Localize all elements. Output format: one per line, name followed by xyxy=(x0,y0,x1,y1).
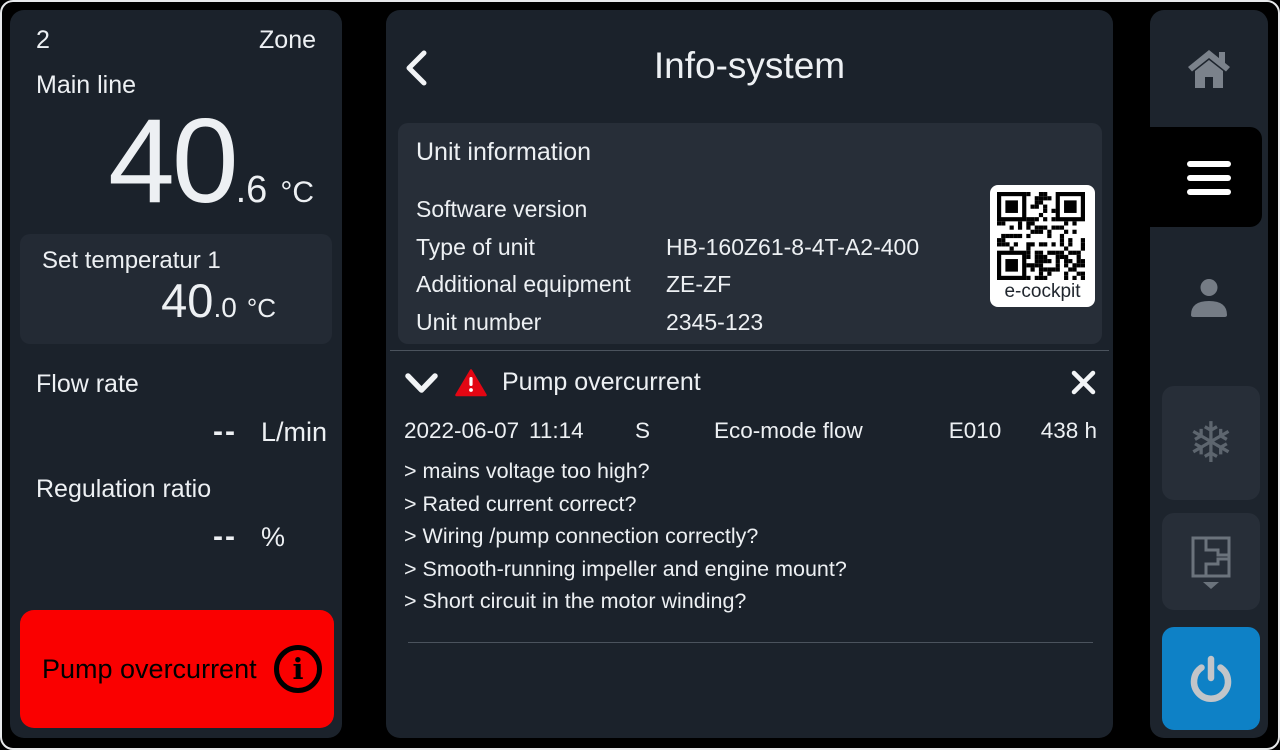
set-temperature-label: Set temperatur 1 xyxy=(42,247,310,275)
set-temperature-value: 40 .0 °C xyxy=(42,273,310,329)
set-temp-fraction: .0 xyxy=(213,292,236,324)
alarm-error-code: E010 xyxy=(949,418,1041,444)
regulation-ratio-value: -- xyxy=(10,520,237,554)
hmi-screen: 2 Zone Main line 40 .6 °C Set temperatur… xyxy=(0,0,1280,750)
sidebar-item-user[interactable] xyxy=(1150,248,1268,348)
info-icon: i xyxy=(274,645,322,693)
power-button[interactable] xyxy=(1162,627,1260,730)
row-value: ZE-ZF xyxy=(666,266,731,304)
alarm-operating-hours: 438 h xyxy=(1041,418,1097,444)
flow-rate-value: -- xyxy=(10,415,237,449)
chevron-left-icon xyxy=(404,49,428,87)
page-title: Info-system xyxy=(386,45,1113,87)
info-header: Info-system xyxy=(386,10,1113,122)
checklist-item: > Rated current correct? xyxy=(404,488,1097,521)
close-icon xyxy=(1070,369,1097,396)
alarm-detail-section: Pump overcurrent 2022-06-07 11:14 S Eco-… xyxy=(386,351,1113,643)
sidebar-item-cooling[interactable]: ❄ xyxy=(1162,386,1260,500)
warning-triangle-icon xyxy=(455,369,487,397)
sidebar-item-home[interactable] xyxy=(1150,10,1268,127)
unit-information-title: Unit information xyxy=(416,138,1102,167)
qr-label: e-cockpit xyxy=(997,280,1088,304)
pump-overcurrent-alert-button[interactable]: Pump overcurrent i xyxy=(20,610,334,728)
row-label: Software version xyxy=(416,191,666,229)
main-line-temperature: 40 .6 °C xyxy=(10,92,342,230)
alarm-class: S xyxy=(635,418,714,444)
alarm-time: 11:14 xyxy=(529,418,635,444)
zone-label: Zone xyxy=(259,26,316,55)
unit-info-row: Unit number 2345-123 xyxy=(416,304,1102,342)
checklist-item: > Smooth-running impeller and engine mou… xyxy=(404,553,1097,586)
flow-rate-unit: L/min xyxy=(261,417,327,448)
main-temp-integer: 40 xyxy=(108,92,235,230)
row-label: Additional equipment xyxy=(416,266,666,304)
zone-number: 2 xyxy=(36,26,50,55)
bottom-divider xyxy=(408,642,1093,643)
flow-rate-label: Flow rate xyxy=(10,344,342,399)
snowflake-icon: ❄ xyxy=(1188,410,1235,476)
row-value: 2345-123 xyxy=(666,304,763,342)
mold-icon xyxy=(1188,534,1234,590)
menu-bar xyxy=(1187,175,1231,181)
menu-bar xyxy=(1187,161,1231,167)
set-temp-integer: 40 xyxy=(161,273,213,329)
regulation-ratio-label: Regulation ratio xyxy=(10,449,342,504)
unit-information-card: Unit information Software version Type o… xyxy=(398,123,1102,344)
user-icon xyxy=(1186,275,1232,321)
back-button[interactable] xyxy=(404,48,434,88)
checklist-item: > Short circuit in the motor winding? xyxy=(404,585,1097,618)
qr-code-icon xyxy=(997,192,1085,280)
main-temp-fraction: .6 xyxy=(236,169,268,212)
menu-bar xyxy=(1187,189,1231,195)
alarm-mode: Eco-mode flow xyxy=(714,418,949,444)
alarm-header: Pump overcurrent xyxy=(404,368,1097,397)
regulation-ratio-unit: % xyxy=(261,522,285,553)
close-button[interactable] xyxy=(1070,369,1097,396)
row-label: Type of unit xyxy=(416,229,666,267)
set-temp-unit: °C xyxy=(247,293,276,324)
alarm-checklist: > mains voltage too high? > Rated curren… xyxy=(404,455,1097,618)
menu-icon[interactable] xyxy=(1187,161,1231,203)
e-cockpit-qr-card[interactable]: e-cockpit xyxy=(990,185,1095,307)
main-temp-unit: °C xyxy=(280,176,314,210)
alert-label: Pump overcurrent xyxy=(42,654,257,685)
sidebar-item-mold[interactable] xyxy=(1162,513,1260,610)
regulation-ratio-row: -- % xyxy=(10,504,342,554)
alarm-meta-row: 2022-06-07 11:14 S Eco-mode flow E010 43… xyxy=(404,418,1097,444)
chevron-down-icon[interactable] xyxy=(404,371,439,395)
zone-header: 2 Zone xyxy=(10,10,342,55)
zone-status-panel: 2 Zone Main line 40 .6 °C Set temperatur… xyxy=(10,10,342,738)
power-icon xyxy=(1184,652,1238,706)
checklist-item: > Wiring /pump connection correctly? xyxy=(404,520,1097,553)
info-system-panel: Info-system Unit information Software ve… xyxy=(386,10,1113,738)
alarm-title: Pump overcurrent xyxy=(502,368,701,397)
row-label: Unit number xyxy=(416,304,666,342)
checklist-item: > mains voltage too high? xyxy=(404,455,1097,488)
flow-rate-row: -- L/min xyxy=(10,399,342,449)
home-icon xyxy=(1186,48,1232,90)
row-value: HB-160Z61-8-4T-A2-400 xyxy=(666,229,919,267)
set-temperature-card[interactable]: Set temperatur 1 40 .0 °C xyxy=(20,234,332,344)
alarm-date: 2022-06-07 xyxy=(404,418,529,444)
